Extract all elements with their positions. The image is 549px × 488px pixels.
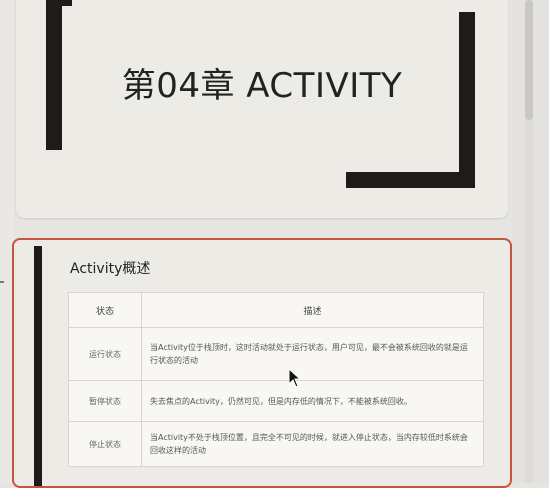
activity-status-table: 状态 描述 运行状态 当Activity位于栈顶时，这时活动就处于运行状态，用户…: [68, 292, 484, 467]
slide-thumbnail-2-selected[interactable]: Activity概述 状态 描述 运行状态 当Activity位于栈顶时，这时活…: [12, 238, 512, 488]
description-cell: 当Activity位于栈顶时，这时活动就处于运行状态，用户可见，最不会被系统回收…: [141, 327, 484, 381]
description-cell: 失去焦点的Activity，仍然可见，但是内存低的情况下，不能被系统回收。: [141, 380, 484, 422]
slide-thumbnail-1[interactable]: 第04章 ACTIVITY: [16, 0, 508, 218]
decorative-bar-bottom: [346, 172, 475, 188]
header-state: 状态: [68, 292, 142, 328]
table-row: 暂停状态 失去焦点的Activity，仍然可见，但是内存低的情况下，不能被系统回…: [68, 380, 484, 422]
slide-2-title: Activity概述: [70, 261, 151, 277]
state-cell: 暂停状态: [68, 380, 142, 422]
decorative-bar-top: [62, 0, 72, 6]
scrollbar-thumb[interactable]: [525, 0, 533, 120]
state-cell: 停止状态: [68, 421, 142, 467]
table-header-row: 状态 描述: [68, 292, 484, 328]
slide-1-title: 第04章 ACTIVITY: [121, 66, 403, 106]
table-row: 停止状态 当Activity不处于栈顶位置，且完全不可见的时候，就进入停止状态，…: [68, 421, 484, 467]
left-panel-marker: [0, 281, 4, 283]
decorative-bar-left: [34, 246, 42, 486]
description-cell: 当Activity不处于栈顶位置，且完全不可见的时候，就进入停止状态，当内存较低…: [141, 421, 484, 467]
table-row: 运行状态 当Activity位于栈顶时，这时活动就处于运行状态，用户可见，最不会…: [68, 327, 484, 381]
mouse-pointer-icon: [288, 368, 302, 388]
state-cell: 运行状态: [68, 327, 142, 381]
header-description: 描述: [141, 292, 484, 328]
